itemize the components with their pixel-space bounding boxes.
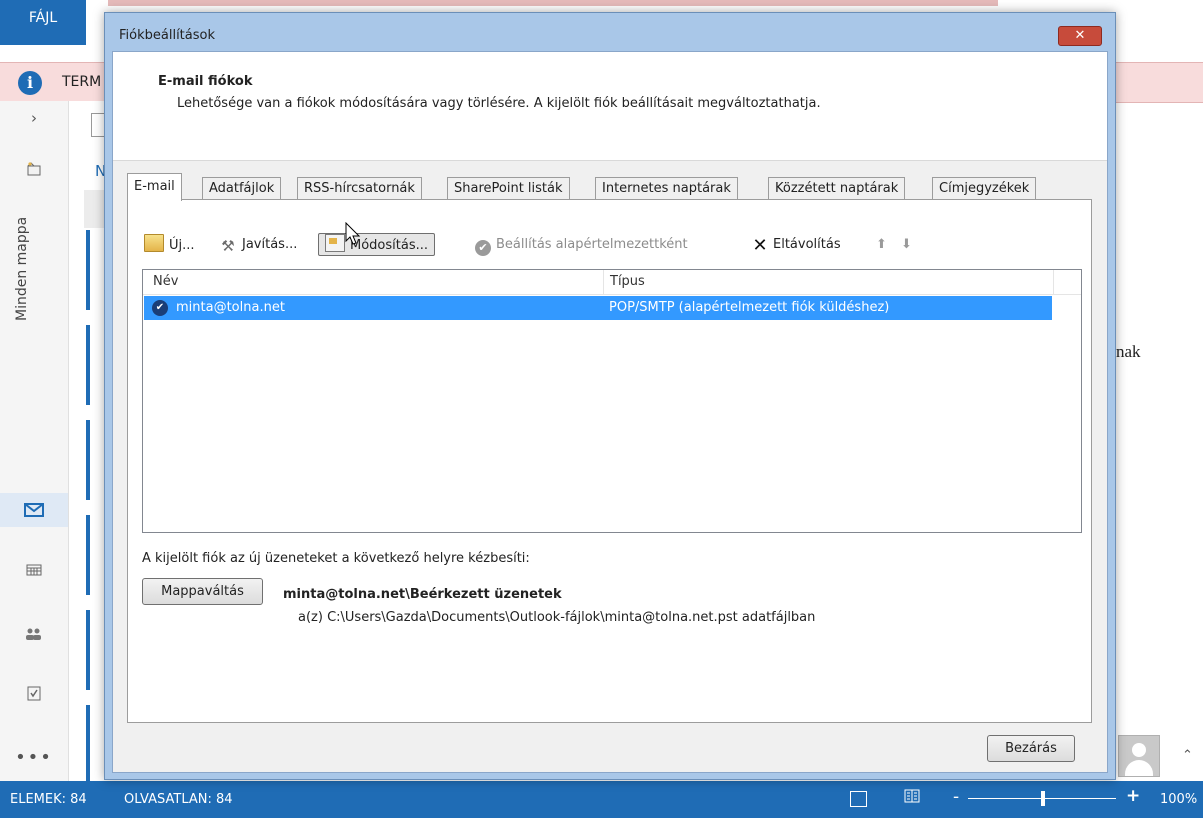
close-x-icon: ✕: [752, 235, 768, 256]
all-folders-label[interactable]: Minden mappa: [14, 217, 30, 321]
status-bar: ELEMEK: 84 OLVASATLAN: 84 - + 100%: [0, 781, 1203, 818]
dialog-body: E-mail fiókok Lehetősége van a fiókok mó…: [112, 51, 1108, 773]
tools-icon: ⚒: [221, 237, 235, 255]
chevron-up-icon[interactable]: ⌃: [1182, 748, 1193, 763]
tab-published-calendars[interactable]: Közzétett naptárak: [768, 177, 906, 200]
delivery-label: A kijelölt fiók az új üzeneteket a követ…: [142, 551, 530, 566]
file-tab[interactable]: FÁJL: [0, 0, 86, 45]
ribbon-accent-line: [108, 0, 998, 6]
default-account-check-icon: ✔: [152, 300, 168, 316]
folder-icon[interactable]: [0, 161, 68, 181]
item-count: ELEMEK: 84: [10, 792, 87, 807]
change-folder-button[interactable]: Mappaváltás: [142, 578, 263, 605]
account-name: minta@tolna.net: [176, 300, 285, 315]
unread-marker: [86, 515, 90, 595]
navigation-rail: › Minden mappa •••: [0, 101, 69, 781]
unread-marker: [86, 610, 90, 690]
info-bar-text: TERM: [62, 74, 102, 90]
zoom-slider-thumb[interactable]: [1041, 791, 1045, 806]
tab-sharepoint-lists[interactable]: SharePoint listák: [447, 177, 570, 200]
repair-button[interactable]: ⚒ Javítás...: [219, 234, 297, 256]
dialog-header: E-mail fiókok Lehetősége van a fiókok mó…: [113, 52, 1107, 161]
column-header-name[interactable]: Név: [153, 274, 178, 289]
table-row[interactable]: ✔ minta@tolna.net POP/SMTP (alapértelmez…: [144, 296, 1052, 320]
column-header-type[interactable]: Típus: [610, 274, 645, 289]
unread-marker: [86, 420, 90, 500]
set-default-button[interactable]: ✔ Beállítás alapértelmezettként: [475, 234, 688, 256]
new-account-label: Új...: [169, 238, 195, 253]
unread-marker: [86, 230, 90, 310]
avatar-body-icon: [1125, 760, 1153, 776]
tab-address-books[interactable]: Címjegyzékek: [932, 177, 1037, 200]
close-button[interactable]: Bezárás: [987, 735, 1075, 762]
avatar-head-icon: [1132, 743, 1146, 757]
mouse-cursor-icon: [345, 221, 361, 250]
new-mail-icon: [144, 234, 164, 252]
change-button[interactable]: Módosítás...: [318, 233, 435, 256]
tab-data-files[interactable]: Adatfájlok: [202, 177, 282, 200]
header-description: Lehetősége van a fiókok módosítására vag…: [177, 96, 821, 111]
reading-view-icon[interactable]: [904, 789, 920, 807]
reading-pane-text: nak: [1116, 342, 1141, 361]
new-account-button[interactable]: Új...: [144, 234, 195, 256]
dialog-title: Fiókbeállítások: [119, 28, 215, 43]
tab-internet-calendars[interactable]: Internetes naptárak: [595, 177, 738, 200]
tasks-icon[interactable]: [0, 685, 68, 705]
people-icon[interactable]: [0, 625, 68, 644]
set-default-label: Beállítás alapértelmezettként: [496, 237, 688, 252]
more-icon[interactable]: •••: [0, 747, 68, 768]
message-list-header-edge: [84, 190, 105, 228]
zoom-out-button[interactable]: -: [953, 787, 959, 807]
header-title: E-mail fiókok: [158, 74, 253, 89]
unread-marker: [86, 705, 90, 781]
remove-button[interactable]: ✕ Eltávolítás: [752, 234, 841, 256]
account-type: POP/SMTP (alapértelmezett fiók küldéshez…: [609, 300, 890, 315]
account-list[interactable]: Név Típus ✔ minta@tolna.net POP/SMTP (al…: [142, 269, 1082, 533]
unread-marker: [86, 325, 90, 405]
email-tab-panel: Új... ⚒ Javítás... Módosítás... ✔ Beállítá…: [127, 199, 1092, 723]
unread-count: OLVASATLAN: 84: [124, 792, 233, 807]
calendar-icon[interactable]: [0, 561, 68, 580]
dialog-titlebar[interactable]: Fiókbeállítások ✕: [105, 13, 1115, 51]
info-icon: i: [18, 71, 42, 95]
column-divider[interactable]: [1053, 270, 1054, 294]
normal-view-icon[interactable]: [850, 791, 867, 807]
delivery-folder: minta@tolna.net\Beérkezett üzenetek: [283, 587, 562, 602]
close-icon[interactable]: ✕: [1058, 26, 1102, 46]
move-down-icon[interactable]: ⬇: [901, 234, 912, 256]
move-up-icon[interactable]: ⬆: [876, 234, 887, 256]
account-settings-dialog: Fiókbeállítások ✕ E-mail fiókok Lehetősé…: [104, 12, 1116, 780]
account-card-icon: [325, 234, 345, 252]
change-label: Módosítás...: [350, 238, 428, 253]
tab-rss-feeds[interactable]: RSS-hírcsatornák: [297, 177, 422, 200]
avatar[interactable]: [1118, 735, 1160, 777]
remove-label: Eltávolítás: [773, 237, 841, 252]
check-circle-icon: ✔: [475, 240, 491, 256]
delivery-data-file: a(z) C:\Users\Gazda\Documents\Outlook-fá…: [298, 610, 816, 625]
expand-pane-icon[interactable]: ›: [0, 109, 68, 127]
mail-icon[interactable]: [0, 493, 68, 527]
repair-label: Javítás...: [242, 237, 298, 252]
tab-email[interactable]: E-mail: [127, 173, 182, 201]
list-header: Név Típus: [143, 270, 1081, 295]
zoom-in-button[interactable]: +: [1126, 786, 1140, 806]
column-divider[interactable]: [603, 270, 604, 294]
zoom-level[interactable]: 100%: [1160, 792, 1197, 807]
